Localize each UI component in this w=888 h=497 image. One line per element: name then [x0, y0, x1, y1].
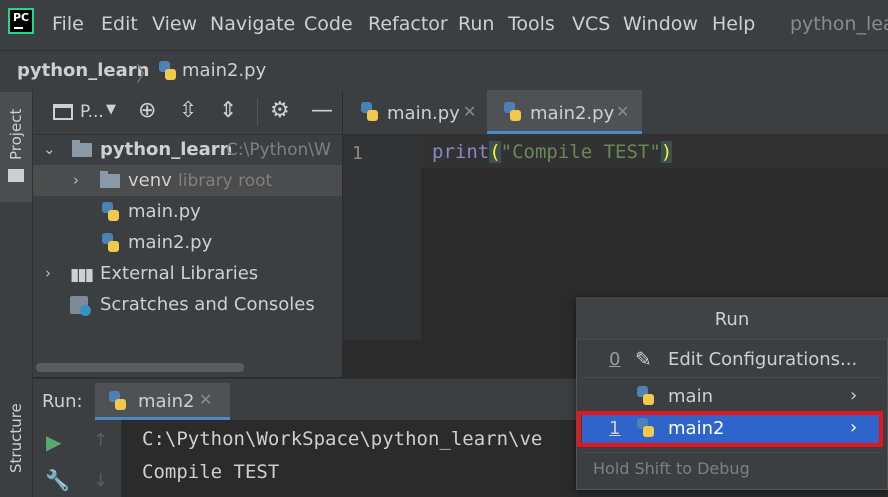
project-toolbar: P... ▼ ⊕ ⇳ ⇕ ⚙ — — [33, 90, 342, 135]
toolbar-divider — [257, 98, 258, 126]
window-title: python_lear — [790, 13, 888, 35]
breadcrumb-project[interactable]: python_learn — [17, 60, 149, 81]
chevron-right-icon[interactable]: › — [850, 385, 857, 406]
python-file-icon — [102, 233, 120, 253]
folder-icon — [100, 171, 120, 188]
horizontal-scrollbar[interactable] — [36, 363, 244, 372]
arrow-down-icon[interactable]: ↓ — [93, 470, 108, 491]
run-side-toolbar: ▶ ↑ 🔧 ↓ — [33, 420, 122, 497]
tree-item-scratches[interactable]: Scratches and Consoles — [33, 289, 342, 320]
tree-item-hint: library root — [178, 171, 273, 191]
tab-main2-py[interactable]: main2.py ✕ — [487, 90, 642, 134]
folder-icon — [8, 169, 24, 182]
chevron-down-icon[interactable]: ⌄ — [43, 140, 56, 158]
tree-item-label: main2.py — [128, 232, 213, 253]
popup-item-label: main — [668, 386, 713, 407]
tree-item-main-py[interactable]: main.py — [33, 196, 342, 227]
menu-view[interactable]: View — [152, 13, 197, 35]
console-line: C:\Python\WorkSpace\python_learn\ve — [142, 428, 543, 450]
chevron-right-icon[interactable]: › — [73, 171, 79, 189]
run-popup-title: Run — [576, 297, 888, 340]
popup-footer-hint: Hold Shift to Debug — [593, 459, 750, 478]
tree-item-label: python_learn — [100, 139, 233, 160]
arrow-up-icon[interactable]: ↑ — [93, 430, 108, 451]
code-string: "Compile TEST" — [500, 141, 661, 163]
tree-item-python-learn[interactable]: ⌄ python_learn C:\Python\W — [33, 134, 342, 165]
project-view-selector[interactable]: P... — [80, 102, 104, 122]
structure-tool-tab[interactable]: Structure — [0, 375, 32, 497]
library-icon: ▮▮▮ — [70, 265, 94, 285]
python-file-icon — [102, 202, 120, 222]
gear-icon[interactable]: ⚙ — [270, 98, 290, 123]
minimize-icon[interactable]: — — [311, 98, 333, 123]
popup-item-main[interactable]: main › — [582, 381, 882, 412]
menu-vcs[interactable]: VCS — [572, 13, 610, 35]
structure-tab-label: Structure — [7, 403, 25, 473]
close-icon[interactable]: ✕ — [616, 102, 629, 121]
popup-item-label: Edit Configurations... — [668, 349, 858, 370]
code-function: print — [432, 141, 490, 163]
menu-code[interactable]: Code — [304, 13, 353, 35]
console-line: Compile TEST — [142, 461, 280, 483]
chevron-down-icon: ▼ — [106, 102, 116, 117]
pycharm-logo-icon: PC — [8, 8, 34, 34]
collapse-all-icon[interactable]: ⇕ — [219, 98, 237, 123]
tree-item-path: C:\Python\W — [226, 140, 331, 160]
breadcrumb-separator-icon: 〉 — [136, 62, 156, 86]
menu-bar: PC File Edit View Navigate Code Refactor… — [0, 0, 888, 50]
tree-item-label: Scratches and Consoles — [100, 294, 315, 315]
close-icon[interactable]: ✕ — [199, 390, 212, 409]
python-file-icon — [361, 102, 379, 122]
python-icon — [637, 386, 655, 406]
project-view-icon — [53, 104, 73, 120]
tree-item-external-libraries[interactable]: › ▮▮▮ External Libraries — [33, 258, 342, 289]
menu-navigate[interactable]: Navigate — [210, 13, 295, 35]
project-tab-label: Project — [7, 108, 25, 160]
tree-item-label: main.py — [128, 201, 201, 222]
folder-icon — [72, 140, 92, 157]
tab-main-py[interactable]: main.py ✕ — [343, 90, 487, 134]
menu-edit[interactable]: Edit — [101, 13, 138, 35]
menu-run[interactable]: Run — [458, 13, 494, 35]
python-icon — [109, 391, 127, 411]
popup-item-edit-configurations[interactable]: 0 ✎ Edit Configurations... — [582, 344, 882, 375]
tab-label: main2.py — [530, 103, 615, 124]
run-panel-title: Run: — [42, 391, 83, 412]
run-play-icon[interactable]: ▶ — [46, 430, 61, 454]
pencil-icon: ✎ — [635, 347, 652, 371]
tree-item-main2-py[interactable]: main2.py — [33, 227, 342, 258]
tree-item-venv[interactable]: › venv library root — [33, 165, 342, 196]
tab-label: main.py — [387, 103, 460, 124]
clock-icon — [80, 305, 91, 316]
popup-divider — [582, 452, 882, 453]
popup-divider — [582, 377, 882, 378]
line-number: 1 — [352, 143, 363, 164]
python-file-icon — [504, 102, 522, 122]
project-tool-tab[interactable]: Project — [0, 92, 32, 202]
tree-item-label: venv — [128, 170, 172, 191]
wrench-icon[interactable]: 🔧 — [45, 468, 70, 492]
menu-refactor[interactable]: Refactor — [368, 13, 448, 35]
code-paren-close: ) — [660, 141, 673, 163]
python-file-icon — [159, 61, 177, 81]
breadcrumb-file[interactable]: main2.py — [182, 60, 266, 81]
code-paren-open: ( — [489, 141, 501, 163]
locate-target-icon[interactable]: ⊕ — [138, 98, 156, 123]
editor-gutter — [343, 134, 421, 340]
tree-item-label: External Libraries — [100, 263, 259, 284]
menu-help[interactable]: Help — [712, 13, 755, 35]
run-tab-main2[interactable]: main2 ✕ — [95, 383, 230, 420]
close-icon[interactable]: ✕ — [463, 102, 476, 121]
highlight-box — [577, 411, 883, 447]
menu-window[interactable]: Window — [623, 13, 698, 35]
run-tab-label: main2 — [138, 391, 195, 412]
breadcrumb: python_learn 〉 main2.py — [0, 50, 888, 91]
menu-tools[interactable]: Tools — [508, 13, 555, 35]
chevron-right-icon[interactable]: › — [45, 264, 51, 282]
expand-all-icon[interactable]: ⇳ — [179, 98, 197, 123]
menu-file[interactable]: File — [52, 13, 84, 35]
code-editor[interactable]: print("Compile TEST") — [432, 141, 673, 163]
popup-item-number: 0 — [609, 349, 621, 370]
